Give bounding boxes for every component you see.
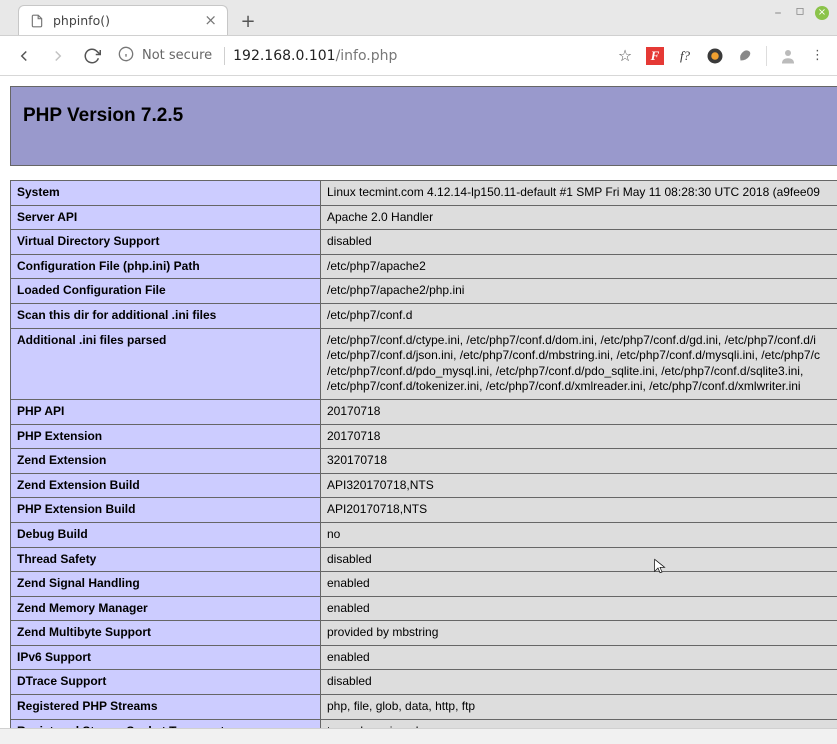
config-name-cell: Zend Extension Build [11, 473, 321, 498]
back-button[interactable] [10, 42, 38, 70]
table-row: Thread Safetydisabled [11, 547, 837, 572]
phpinfo-page: PHP Version 7.2.5 SystemLinux tecmint.co… [0, 76, 837, 728]
table-row: Virtual Directory Supportdisabled [11, 230, 837, 255]
table-row: SystemLinux tecmint.com 4.12.14-lp150.11… [11, 181, 837, 206]
address-separator [224, 47, 225, 65]
config-value-cell: enabled [321, 572, 837, 597]
config-name-cell: Zend Extension [11, 449, 321, 474]
table-row: IPv6 Supportenabled [11, 645, 837, 670]
config-value-cell: tcp, udp, unix, udg [321, 719, 837, 728]
config-name-cell: PHP Extension [11, 424, 321, 449]
browser-tab[interactable]: phpinfo() × [18, 5, 228, 35]
config-name-cell: System [11, 181, 321, 206]
config-name-cell: Virtual Directory Support [11, 230, 321, 255]
table-row: Server APIApache 2.0 Handler [11, 205, 837, 230]
tab-title: phpinfo() [53, 13, 110, 28]
config-value-cell: provided by mbstring [321, 621, 837, 646]
window-maximize-button[interactable]: ▫ [793, 4, 807, 18]
not-secure-label: Not secure [142, 48, 212, 63]
config-name-cell: PHP API [11, 399, 321, 424]
table-row: Zend Extension320170718 [11, 449, 837, 474]
table-row: Registered Stream Socket Transportstcp, … [11, 719, 837, 728]
horizontal-scroll-track[interactable] [0, 728, 837, 744]
content-viewport[interactable]: PHP Version 7.2.5 SystemLinux tecmint.co… [0, 76, 837, 728]
bookmark-star-icon[interactable]: ☆ [616, 47, 634, 65]
table-row: Zend Multibyte Supportprovided by mbstri… [11, 621, 837, 646]
config-name-cell: Scan this dir for additional .ini files [11, 303, 321, 328]
config-value-cell: disabled [321, 547, 837, 572]
extension-swirl-icon[interactable] [706, 47, 724, 65]
config-value-cell: disabled [321, 230, 837, 255]
window-close-button[interactable]: × [815, 6, 829, 20]
extension-f-question-icon[interactable]: f? [676, 47, 694, 65]
browser-toolbar: Not secure 192.168.0.101/info.php ☆ F f?… [0, 36, 837, 76]
config-value-cell: php, file, glob, data, http, ftp [321, 695, 837, 720]
table-row: Loaded Configuration File/etc/php7/apach… [11, 279, 837, 304]
config-value-cell: disabled [321, 670, 837, 695]
config-value-cell: 20170718 [321, 424, 837, 449]
table-row: Zend Extension BuildAPI320170718,NTS [11, 473, 837, 498]
table-row: Configuration File (php.ini) Path/etc/ph… [11, 254, 837, 279]
config-value-cell: 20170718 [321, 399, 837, 424]
browser-menu-button[interactable]: ⋮ [809, 47, 827, 65]
config-name-cell: Loaded Configuration File [11, 279, 321, 304]
config-name-cell: Registered Stream Socket Transports [11, 719, 321, 728]
window-controls: – ▫ × [771, 6, 829, 20]
config-value-cell: /etc/php7/apache2 [321, 254, 837, 279]
config-name-cell: IPv6 Support [11, 645, 321, 670]
phpinfo-header: PHP Version 7.2.5 [10, 86, 837, 166]
config-value-cell: /etc/php7/apache2/php.ini [321, 279, 837, 304]
config-value-cell: no [321, 522, 837, 547]
browser-tab-bar: phpinfo() × + – ▫ × [0, 0, 837, 36]
table-row: Zend Memory Managerenabled [11, 596, 837, 621]
config-value-cell: enabled [321, 645, 837, 670]
config-value-cell: API20170718,NTS [321, 498, 837, 523]
config-value-cell: Linux tecmint.com 4.12.14-lp150.11-defau… [321, 181, 837, 206]
forward-button[interactable] [44, 42, 72, 70]
config-value-cell: enabled [321, 596, 837, 621]
table-row: Zend Signal Handlingenabled [11, 572, 837, 597]
extension-gnome-icon[interactable] [736, 47, 754, 65]
config-name-cell: Server API [11, 205, 321, 230]
table-row: DTrace Supportdisabled [11, 670, 837, 695]
extension-flipboard-icon[interactable]: F [646, 47, 664, 65]
tab-favicon [29, 13, 45, 29]
new-tab-button[interactable]: + [234, 7, 262, 35]
config-value-cell: /etc/php7/conf.d [321, 303, 837, 328]
config-value-cell: 320170718 [321, 449, 837, 474]
phpinfo-table: SystemLinux tecmint.com 4.12.14-lp150.11… [10, 180, 837, 728]
page-title: PHP Version 7.2.5 [23, 105, 183, 127]
tab-close-button[interactable]: × [204, 13, 217, 28]
toolbar-separator [766, 46, 767, 66]
table-row: Scan this dir for additional .ini files/… [11, 303, 837, 328]
site-info-icon[interactable] [118, 46, 134, 66]
config-name-cell: Zend Multibyte Support [11, 621, 321, 646]
profile-avatar-icon[interactable] [779, 47, 797, 65]
window-minimize-button[interactable]: – [771, 6, 785, 20]
config-name-cell: Zend Memory Manager [11, 596, 321, 621]
table-row: PHP Extension20170718 [11, 424, 837, 449]
url-host: 192.168.0.101 [233, 48, 335, 64]
config-name-cell: Registered PHP Streams [11, 695, 321, 720]
config-value-cell: API320170718,NTS [321, 473, 837, 498]
url-text[interactable]: 192.168.0.101/info.php [233, 48, 397, 64]
config-value-cell: Apache 2.0 Handler [321, 205, 837, 230]
config-name-cell: Additional .ini files parsed [11, 328, 321, 399]
url-path: /info.php [336, 48, 398, 64]
table-row: Debug Buildno [11, 522, 837, 547]
table-row: Registered PHP Streamsphp, file, glob, d… [11, 695, 837, 720]
config-name-cell: PHP Extension Build [11, 498, 321, 523]
config-name-cell: DTrace Support [11, 670, 321, 695]
toolbar-extensions: ☆ F f? ⋮ [616, 46, 827, 66]
config-name-cell: Debug Build [11, 522, 321, 547]
table-row: PHP API20170718 [11, 399, 837, 424]
config-name-cell: Configuration File (php.ini) Path [11, 254, 321, 279]
address-bar[interactable]: Not secure 192.168.0.101/info.php [118, 46, 397, 66]
config-name-cell: Zend Signal Handling [11, 572, 321, 597]
table-row: PHP Extension BuildAPI20170718,NTS [11, 498, 837, 523]
config-name-cell: Thread Safety [11, 547, 321, 572]
config-value-cell: /etc/php7/conf.d/ctype.ini, /etc/php7/co… [321, 328, 837, 399]
table-row: Additional .ini files parsed/etc/php7/co… [11, 328, 837, 399]
reload-button[interactable] [78, 42, 106, 70]
